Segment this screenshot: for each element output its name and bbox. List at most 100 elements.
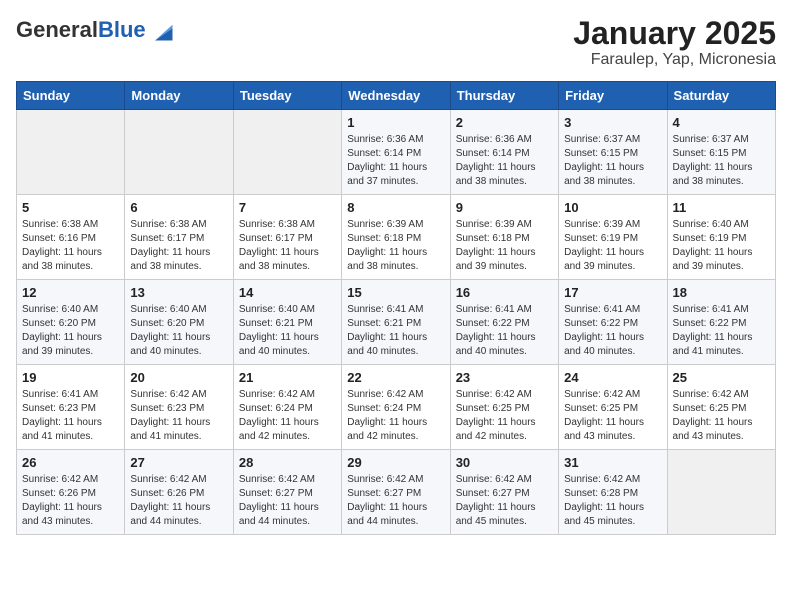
logo-blue: Blue: [98, 17, 146, 42]
day-number: 26: [22, 455, 119, 470]
day-number: 13: [130, 285, 227, 300]
calendar-cell: 18 Sunrise: 6:41 AM Sunset: 6:22 PM Dayli…: [667, 280, 775, 365]
weekday-header: Friday: [559, 82, 667, 110]
calendar-cell: 24 Sunrise: 6:42 AM Sunset: 6:25 PM Dayli…: [559, 365, 667, 450]
calendar-cell: 7 Sunrise: 6:38 AM Sunset: 6:17 PM Daylig…: [233, 195, 341, 280]
calendar-cell: 29Sunrise: 6:42 AM Sunset: 6:27 PM Dayli…: [342, 450, 450, 535]
day-number: 28: [239, 455, 336, 470]
day-number: 11: [673, 200, 770, 215]
calendar-cell: 20 Sunrise: 6:42 AM Sunset: 6:23 PM Dayli…: [125, 365, 233, 450]
day-info: Sunrise: 6:39 AM Sunset: 6:19 PM Dayligh…: [564, 218, 661, 274]
calendar-cell: 19Sunrise: 6:41 AM Sunset: 6:23 PM Dayli…: [17, 365, 125, 450]
day-info: Sunrise: 6:42 AM Sunset: 6:25 PM Dayligh…: [564, 388, 661, 444]
day-number: 6: [130, 200, 227, 215]
calendar-cell: 6 Sunrise: 6:38 AM Sunset: 6:17 PM Daylig…: [125, 195, 233, 280]
day-info: Sunrise: 6:36 AM Sunset: 6:14 PM Dayligh…: [347, 133, 444, 189]
calendar-cell: [17, 110, 125, 195]
weekday-header: Saturday: [667, 82, 775, 110]
day-number: 31: [564, 455, 661, 470]
day-number: 7: [239, 200, 336, 215]
calendar-cell: 15Sunrise: 6:41 AM Sunset: 6:21 PM Dayli…: [342, 280, 450, 365]
day-info: Sunrise: 6:42 AM Sunset: 6:23 PM Dayligh…: [130, 388, 227, 444]
calendar-cell: 10 Sunrise: 6:39 AM Sunset: 6:19 PM Dayli…: [559, 195, 667, 280]
calendar-title: January 2025: [573, 16, 776, 51]
day-number: 3: [564, 115, 661, 130]
calendar-cell: 3 Sunrise: 6:37 AM Sunset: 6:15 PM Daylig…: [559, 110, 667, 195]
day-info: Sunrise: 6:42 AM Sunset: 6:27 PM Dayligh…: [239, 473, 336, 529]
calendar-table: SundayMondayTuesdayWednesdayThursdayFrid…: [16, 81, 776, 535]
day-info: Sunrise: 6:39 AM Sunset: 6:18 PM Dayligh…: [456, 218, 553, 274]
calendar-cell: 22 Sunrise: 6:42 AM Sunset: 6:24 PM Dayli…: [342, 365, 450, 450]
calendar-cell: [125, 110, 233, 195]
calendar-cell: 21 Sunrise: 6:42 AM Sunset: 6:24 PM Dayli…: [233, 365, 341, 450]
day-info: Sunrise: 6:41 AM Sunset: 6:21 PM Dayligh…: [347, 303, 444, 359]
calendar-cell: 13 Sunrise: 6:40 AM Sunset: 6:20 PM Dayli…: [125, 280, 233, 365]
calendar-cell: 30 Sunrise: 6:42 AM Sunset: 6:27 PM Dayli…: [450, 450, 558, 535]
calendar-cell: [667, 450, 775, 535]
day-number: 16: [456, 285, 553, 300]
day-number: 25: [673, 370, 770, 385]
day-info: Sunrise: 6:42 AM Sunset: 6:27 PM Dayligh…: [456, 473, 553, 529]
day-number: 22: [347, 370, 444, 385]
calendar-cell: 11Sunrise: 6:40 AM Sunset: 6:19 PM Dayli…: [667, 195, 775, 280]
day-number: 20: [130, 370, 227, 385]
weekday-header: Tuesday: [233, 82, 341, 110]
day-number: 5: [22, 200, 119, 215]
title-block: January 2025 Faraulep, Yap, Micronesia: [573, 16, 776, 69]
day-info: Sunrise: 6:42 AM Sunset: 6:26 PM Dayligh…: [22, 473, 119, 529]
calendar-cell: 26 Sunrise: 6:42 AM Sunset: 6:26 PM Dayli…: [17, 450, 125, 535]
calendar-subtitle: Faraulep, Yap, Micronesia: [573, 51, 776, 69]
calendar-cell: 1 Sunrise: 6:36 AM Sunset: 6:14 PM Daylig…: [342, 110, 450, 195]
weekday-header: Wednesday: [342, 82, 450, 110]
day-info: Sunrise: 6:37 AM Sunset: 6:15 PM Dayligh…: [564, 133, 661, 189]
day-info: Sunrise: 6:41 AM Sunset: 6:22 PM Dayligh…: [673, 303, 770, 359]
logo-icon: [148, 16, 176, 44]
day-info: Sunrise: 6:40 AM Sunset: 6:20 PM Dayligh…: [130, 303, 227, 359]
calendar-cell: 28 Sunrise: 6:42 AM Sunset: 6:27 PM Dayli…: [233, 450, 341, 535]
day-number: 18: [673, 285, 770, 300]
day-number: 9: [456, 200, 553, 215]
day-info: Sunrise: 6:40 AM Sunset: 6:21 PM Dayligh…: [239, 303, 336, 359]
day-number: 21: [239, 370, 336, 385]
day-number: 24: [564, 370, 661, 385]
calendar-cell: 8 Sunrise: 6:39 AM Sunset: 6:18 PM Daylig…: [342, 195, 450, 280]
day-info: Sunrise: 6:37 AM Sunset: 6:15 PM Dayligh…: [673, 133, 770, 189]
day-info: Sunrise: 6:42 AM Sunset: 6:25 PM Dayligh…: [673, 388, 770, 444]
logo: GeneralBlue: [16, 16, 176, 44]
calendar-cell: 14 Sunrise: 6:40 AM Sunset: 6:21 PM Dayli…: [233, 280, 341, 365]
day-number: 29: [347, 455, 444, 470]
day-info: Sunrise: 6:42 AM Sunset: 6:24 PM Dayligh…: [347, 388, 444, 444]
weekday-header: Monday: [125, 82, 233, 110]
day-info: Sunrise: 6:41 AM Sunset: 6:22 PM Dayligh…: [564, 303, 661, 359]
day-info: Sunrise: 6:39 AM Sunset: 6:18 PM Dayligh…: [347, 218, 444, 274]
day-number: 1: [347, 115, 444, 130]
calendar-cell: 4 Sunrise: 6:37 AM Sunset: 6:15 PM Daylig…: [667, 110, 775, 195]
day-info: Sunrise: 6:38 AM Sunset: 6:17 PM Dayligh…: [130, 218, 227, 274]
calendar-cell: 17 Sunrise: 6:41 AM Sunset: 6:22 PM Dayli…: [559, 280, 667, 365]
page-header: GeneralBlue January 2025 Faraulep, Yap, …: [16, 16, 776, 69]
day-info: Sunrise: 6:36 AM Sunset: 6:14 PM Dayligh…: [456, 133, 553, 189]
day-info: Sunrise: 6:42 AM Sunset: 6:26 PM Dayligh…: [130, 473, 227, 529]
day-number: 19: [22, 370, 119, 385]
day-number: 30: [456, 455, 553, 470]
calendar-cell: 9 Sunrise: 6:39 AM Sunset: 6:18 PM Daylig…: [450, 195, 558, 280]
day-info: Sunrise: 6:42 AM Sunset: 6:24 PM Dayligh…: [239, 388, 336, 444]
day-info: Sunrise: 6:38 AM Sunset: 6:17 PM Dayligh…: [239, 218, 336, 274]
weekday-header: Sunday: [17, 82, 125, 110]
weekday-header: Thursday: [450, 82, 558, 110]
day-number: 8: [347, 200, 444, 215]
day-number: 17: [564, 285, 661, 300]
logo-general: General: [16, 17, 98, 42]
day-info: Sunrise: 6:41 AM Sunset: 6:22 PM Dayligh…: [456, 303, 553, 359]
day-number: 10: [564, 200, 661, 215]
day-number: 12: [22, 285, 119, 300]
day-number: 4: [673, 115, 770, 130]
calendar-cell: 16 Sunrise: 6:41 AM Sunset: 6:22 PM Dayli…: [450, 280, 558, 365]
day-info: Sunrise: 6:42 AM Sunset: 6:28 PM Dayligh…: [564, 473, 661, 529]
day-info: Sunrise: 6:42 AM Sunset: 6:25 PM Dayligh…: [456, 388, 553, 444]
calendar-cell: [233, 110, 341, 195]
day-number: 14: [239, 285, 336, 300]
day-number: 27: [130, 455, 227, 470]
day-number: 23: [456, 370, 553, 385]
calendar-cell: 12Sunrise: 6:40 AM Sunset: 6:20 PM Dayli…: [17, 280, 125, 365]
